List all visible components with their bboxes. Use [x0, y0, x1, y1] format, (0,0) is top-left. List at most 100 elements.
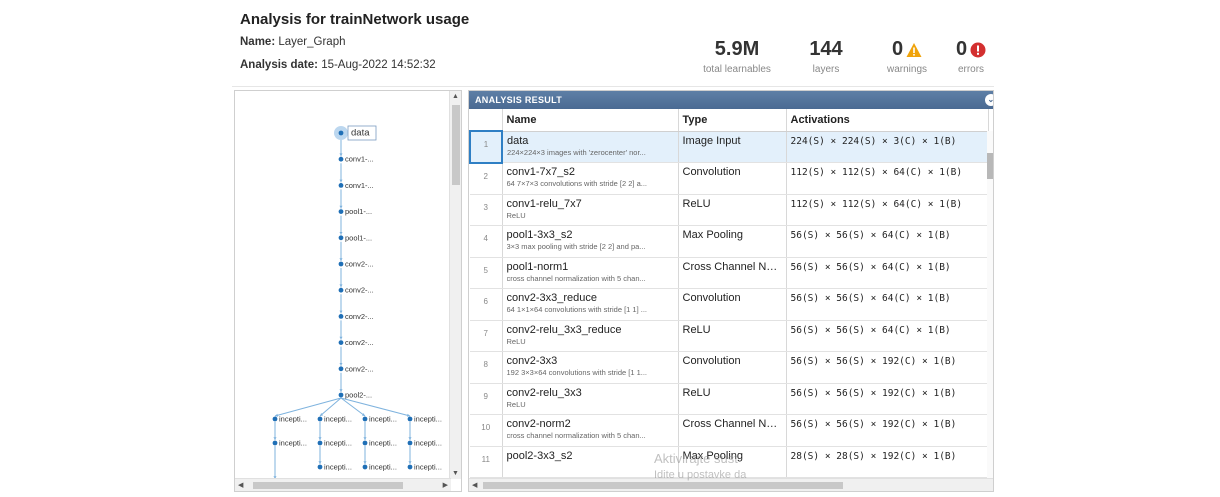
layer-name-cell[interactable]: pool2-3x3_s2 — [502, 446, 679, 478]
layer-name-cell[interactable]: data 224×224×3 images with 'zerocenter' n… — [502, 131, 679, 163]
graph-node[interactable] — [338, 235, 344, 241]
graph-edge-arrowhead — [339, 153, 343, 157]
scroll-up-icon[interactable]: ▲ — [452, 93, 459, 100]
name-label: Name: — [240, 36, 276, 48]
layer-name-cell[interactable]: pool1-3x3_s2 3×3 max pooling with stride … — [502, 225, 679, 258]
layer-type: ReLU — [678, 383, 787, 415]
analysis-date-label: Analysis date: — [240, 59, 318, 71]
row-index: 4 — [470, 225, 503, 258]
graph-node-label: incepti... — [324, 415, 352, 424]
column-header-type[interactable]: Type — [678, 109, 787, 132]
graph-node[interactable] — [338, 261, 344, 267]
layer-type: Max Pooling — [678, 225, 787, 258]
graph-vertical-scrollbar[interactable]: ▲ ▼ — [449, 91, 461, 479]
column-header-name[interactable]: Name — [502, 109, 679, 132]
graph-horizontal-scroll-thumb[interactable] — [253, 482, 403, 489]
scroll-left-icon[interactable]: ◀ — [238, 482, 243, 489]
layer-name-cell[interactable]: conv1-7x7_s2 64 7×7×3 convolutions with s… — [502, 162, 679, 195]
stat-warnings[interactable]: 0 warnings — [877, 38, 937, 75]
column-header-activations[interactable]: Activations — [786, 109, 989, 132]
table-row[interactable]: 8 conv2-3x3 192 3×3×64 convolutions with s… — [470, 351, 989, 384]
graph-node[interactable] — [338, 209, 344, 214]
row-index: 2 — [470, 162, 503, 195]
layer-activations: 56(S) × 56(S) × 64(C) × 1(B) — [786, 288, 989, 321]
table-row[interactable]: 9 conv2-relu_3x3 ReLU ReLU 56(S) × 56(S) × 1… — [470, 383, 989, 415]
layer-activations: 28(S) × 28(S) × 192(C) × 1(B) — [786, 446, 989, 478]
table-row[interactable]: 5 pool1-norm1 cross channel normalization … — [470, 257, 989, 289]
row-index: 11 — [470, 446, 503, 478]
graph-node[interactable] — [362, 464, 368, 470]
layer-name: pool2-3x3_s2 — [506, 449, 573, 462]
graph-vertical-scroll-thumb[interactable] — [452, 105, 460, 185]
graph-node-label: incepti... — [324, 439, 352, 448]
graph-node-label: conv1-... — [345, 155, 374, 164]
table-row[interactable]: 1 data 224×224×3 images with 'zerocenter' … — [469, 130, 989, 164]
graph-node[interactable] — [338, 366, 344, 372]
table-row[interactable]: 7 conv2-relu_3x3_reduce ReLU ReLU 56(S) × 56… — [470, 320, 989, 352]
table-row[interactable]: 2 conv1-7x7_s2 64 7×7×3 convolutions with … — [470, 162, 989, 195]
layer-type: ReLU — [678, 194, 787, 226]
scroll-down-icon[interactable]: ▼ — [452, 470, 459, 477]
table-row[interactable]: 6 conv2-3x3_reduce 64 1×1×64 convolutions … — [470, 288, 989, 321]
collapse-icon[interactable]: ⌄ — [985, 94, 993, 106]
layer-name-cell[interactable]: conv1-relu_7x7 ReLU — [502, 194, 679, 226]
graph-node[interactable] — [272, 440, 278, 446]
scroll-right-icon[interactable]: ▶ — [443, 482, 448, 489]
graph-node[interactable] — [338, 314, 344, 319]
layer-name-cell[interactable]: conv2-3x3 192 3×3×64 convolutions with st… — [502, 351, 679, 384]
table-row[interactable]: 10 conv2-norm2 cross channel normalization… — [470, 414, 989, 447]
layer-graph-canvas[interactable]: data conv1-... conv1-... pool1-... pool1-...… — [235, 91, 451, 479]
graph-node-label: pool2-... — [345, 391, 372, 400]
layer-activations: 56(S) × 56(S) × 192(C) × 1(B) — [786, 351, 989, 384]
layer-type: Convolution — [678, 351, 787, 384]
layer-name: data — [507, 134, 529, 147]
layer-name-cell[interactable]: conv2-norm2 cross channel normalization w… — [502, 414, 679, 447]
stat-errors[interactable]: 0 errors — [946, 38, 996, 75]
row-index: 1 — [469, 130, 503, 164]
graph-node-label: incepti... — [414, 415, 442, 424]
graph-node[interactable] — [338, 156, 344, 162]
graph-node[interactable] — [338, 130, 344, 136]
layer-type: Cross Channel Nor... — [678, 414, 787, 447]
graph-node[interactable] — [407, 416, 413, 422]
layer-name-cell[interactable]: conv2-relu_3x3 ReLU — [502, 383, 679, 415]
layer-name: conv2-3x3_reduce — [506, 292, 598, 304]
graph-edge — [340, 397, 411, 417]
errors-label: errors — [957, 64, 985, 75]
graph-node[interactable] — [338, 392, 344, 398]
graph-node[interactable] — [338, 340, 344, 345]
layer-description: 64 7×7×3 convolutions with stride [2 2] … — [506, 179, 648, 188]
layer-activations: 56(S) × 56(S) × 64(C) × 1(B) — [786, 257, 989, 289]
layer-graph-panel[interactable]: data conv1-... conv1-... pool1-... pool1-...… — [234, 90, 462, 492]
header-divider — [232, 86, 994, 87]
graph-node[interactable] — [338, 183, 344, 188]
graph-node[interactable] — [317, 440, 323, 446]
network-analyzer-window: Analysis for trainNetwork usage Name: La… — [232, 6, 994, 492]
graph-node[interactable] — [407, 440, 413, 446]
graph-node[interactable] — [362, 440, 368, 446]
layer-name-cell[interactable]: conv2-relu_3x3_reduce ReLU — [502, 320, 679, 352]
table-row[interactable]: 4 pool1-3x3_s2 3×3 max pooling with stride… — [470, 225, 989, 258]
layer-name: conv1-relu_7x7 — [506, 197, 582, 210]
layer-activations: 112(S) × 112(S) × 64(C) × 1(B) — [786, 162, 989, 195]
graph-node-label: pool1-... — [345, 207, 372, 216]
graph-node[interactable] — [362, 416, 368, 422]
layers-label: layers — [812, 64, 840, 75]
graph-node[interactable] — [317, 416, 323, 422]
layer-name-cell[interactable]: conv2-3x3_reduce 64 1×1×64 convolutions w… — [502, 288, 679, 321]
graph-edge-arrowhead — [363, 437, 367, 440]
watermark-line-1: Aktivirajte sust — [654, 451, 738, 466]
graph-node[interactable] — [317, 464, 323, 470]
table-row[interactable]: 3 conv1-relu_7x7 ReLU ReLU 112(S) × 112(S) ×… — [470, 194, 989, 226]
table-vertical-scroll-thumb[interactable] — [987, 153, 993, 179]
graph-horizontal-scrollbar[interactable]: ◀ ▶ — [235, 478, 451, 491]
graph-node-label: incepti... — [369, 439, 397, 448]
graph-node[interactable] — [407, 464, 413, 470]
graph-node[interactable] — [338, 287, 344, 293]
layer-name: conv2-relu_3x3_reduce — [506, 323, 622, 336]
table-vertical-scrollbar[interactable] — [987, 131, 993, 479]
graph-node[interactable] — [272, 416, 278, 422]
graph-edge-arrowhead — [363, 461, 367, 464]
table-scroll-left-icon[interactable]: ◀ — [472, 482, 477, 489]
layer-name-cell[interactable]: pool1-norm1 cross channel normalization w… — [502, 257, 679, 289]
